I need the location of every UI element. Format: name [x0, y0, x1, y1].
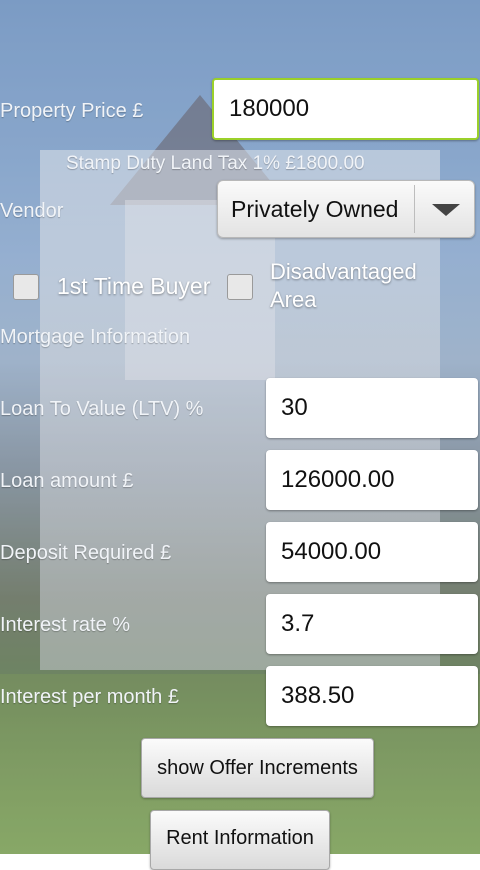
vendor-selected-value: Privately Owned — [231, 196, 399, 222]
ltv-input[interactable]: 30 — [266, 378, 478, 438]
vendor-select-divider — [414, 185, 415, 233]
first-time-buyer-label: 1st Time Buyer — [57, 273, 211, 299]
rent-information-button[interactable]: Rent Information — [150, 810, 330, 870]
loan-amount-label: Loan amount £ — [0, 470, 134, 492]
first-time-buyer-checkbox[interactable] — [13, 274, 39, 300]
interest-rate-label: Interest rate % — [0, 614, 131, 636]
ltv-label: Loan To Value (LTV) % — [0, 398, 204, 420]
vendor-select[interactable]: Privately Owned — [217, 180, 475, 238]
disadvantaged-line-1: Disadvantaged — [270, 259, 417, 284]
stamp-duty-text: Stamp Duty Land Tax 1% £1800.00 — [66, 153, 365, 174]
mortgage-section-label: Mortgage Information — [0, 326, 191, 348]
disadvantaged-area-label: Disadvantaged Area — [270, 258, 417, 314]
show-offer-increments-button[interactable]: show Offer Increments — [141, 738, 374, 798]
deposit-label: Deposit Required £ — [0, 542, 172, 564]
loan-amount-field[interactable]: 126000.00 — [266, 450, 478, 510]
disadvantaged-line-2: Area — [270, 287, 317, 312]
disadvantaged-area-checkbox[interactable] — [227, 274, 253, 300]
property-price-input[interactable]: 180000 — [212, 78, 479, 140]
interest-rate-input[interactable]: 3.7 — [266, 594, 478, 654]
interest-per-month-label: Interest per month £ — [0, 686, 179, 708]
deposit-field[interactable]: 54000.00 — [266, 522, 478, 582]
interest-per-month-field[interactable]: 388.50 — [266, 666, 478, 726]
vendor-label: Vendor — [0, 200, 64, 222]
chevron-down-icon — [432, 204, 460, 216]
property-price-label: Property Price £ — [0, 100, 144, 122]
